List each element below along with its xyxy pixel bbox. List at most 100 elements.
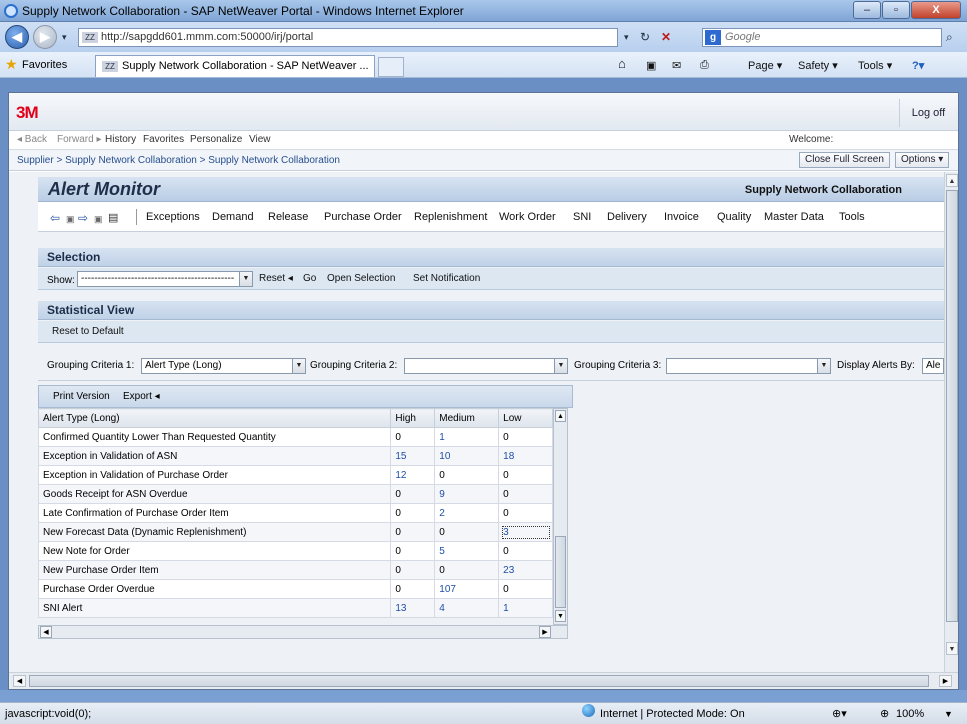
criteria3-select[interactable]: ▼	[666, 358, 831, 374]
print-icon[interactable]: ⎙	[700, 59, 709, 72]
cell-medium[interactable]: 5	[434, 541, 500, 561]
scroll-left-icon[interactable]: ◀	[40, 626, 52, 638]
table-horizontal-scrollbar[interactable]: ◀ ▶	[38, 625, 568, 639]
new-tab-button[interactable]	[378, 57, 404, 77]
content-hscroll-thumb[interactable]	[29, 675, 929, 687]
refresh-icon[interactable]: ↻	[640, 28, 650, 47]
export-button[interactable]: Export ◂	[123, 391, 160, 402]
table-row[interactable]: Goods Receipt for ASN Overdue 0 9 0	[37, 484, 553, 504]
table-row[interactable]: Exception in Validation of Purchase Orde…	[37, 465, 553, 485]
menu-sni[interactable]: SNI	[573, 211, 591, 223]
feeds-icon[interactable]: ▣	[646, 59, 656, 72]
table-row[interactable]: New Forecast Data (Dynamic Replenishment…	[37, 522, 553, 542]
favorites-button[interactable]: Favorites	[22, 59, 67, 71]
nav-forward-link[interactable]: Forward ▸	[57, 131, 101, 149]
scroll-up-icon[interactable]: ▲	[946, 174, 958, 187]
bookmark-icon[interactable]: ▤	[108, 211, 118, 224]
table-vertical-scrollbar[interactable]: ▲ ▼	[553, 408, 568, 625]
back-icon[interactable]: ⇦	[50, 211, 60, 225]
menu-work-order[interactable]: Work Order	[499, 211, 556, 223]
nav-view-link[interactable]: View	[249, 131, 271, 149]
open-selection-button[interactable]: Open Selection	[327, 273, 395, 284]
show-select[interactable]: ----------------------------------------…	[77, 271, 253, 287]
cell-medium[interactable]: 9	[434, 484, 500, 504]
cell-medium[interactable]: 107	[434, 579, 500, 599]
nav-personalize-link[interactable]: Personalize	[190, 131, 242, 149]
options-button[interactable]: Options ▾	[895, 152, 950, 168]
menu-tools[interactable]: Tools	[839, 211, 865, 223]
scroll-right-icon[interactable]: ▶	[939, 675, 952, 687]
column-header-alert-type[interactable]: Alert Type (Long)	[37, 408, 392, 428]
search-icon[interactable]: ⌕	[946, 28, 953, 47]
nav-history-link[interactable]: History	[105, 131, 136, 149]
table-row[interactable]: Late Confirmation of Purchase Order Item…	[37, 503, 553, 523]
safety-menu[interactable]: Safety ▾	[798, 59, 838, 72]
menu-exceptions[interactable]: Exceptions	[146, 211, 200, 223]
reset-to-default-button[interactable]: Reset to Default	[52, 326, 124, 337]
security-zone-text[interactable]: Internet | Protected Mode: On	[600, 704, 745, 724]
criteria1-select[interactable]: Alert Type (Long) ▼	[141, 358, 306, 374]
forward-icon[interactable]: ⇨	[78, 211, 88, 225]
cell-high[interactable]: 12	[390, 465, 436, 485]
table-row[interactable]: New Purchase Order Item 0 0 23	[37, 560, 553, 580]
content-vertical-scrollbar[interactable]: ▲ ▼	[944, 172, 958, 672]
menu-master-data[interactable]: Master Data	[764, 211, 824, 223]
table-row[interactable]: SNI Alert 13 4 1	[37, 598, 553, 618]
content-scroll-thumb[interactable]	[946, 190, 958, 622]
help-icon[interactable]: ?▾	[912, 59, 924, 72]
mail-icon[interactable]: ✉	[672, 59, 681, 72]
table-row[interactable]: Purchase Order Overdue 0 107 0	[37, 579, 553, 599]
tools-menu[interactable]: Tools ▾	[858, 59, 892, 72]
zoom-level[interactable]: 100%	[896, 704, 924, 724]
stop-icon[interactable]: ✕	[661, 28, 671, 47]
cell-medium[interactable]: 4	[434, 598, 500, 618]
search-input[interactable]: g Google	[702, 28, 942, 47]
scroll-right-icon[interactable]: ▶	[539, 626, 551, 638]
content-horizontal-scrollbar[interactable]: ◀ ▶	[9, 672, 958, 689]
menu-release[interactable]: Release	[268, 211, 308, 223]
cell-high[interactable]: 15	[390, 446, 436, 466]
scroll-up-icon[interactable]: ▲	[555, 410, 566, 422]
menu-purchase-order[interactable]: Purchase Order	[324, 211, 402, 223]
zoom-icon[interactable]: ⊕	[880, 704, 889, 724]
zoom-dropdown-icon[interactable]: ▼	[944, 704, 953, 724]
cell-medium[interactable]: 1	[434, 427, 500, 447]
column-header-high[interactable]: High	[390, 408, 436, 428]
cell-low[interactable]: 1	[498, 598, 553, 618]
history-forward-icon[interactable]: ▣	[94, 214, 103, 225]
nav-back-link[interactable]: ◂ Back	[17, 131, 47, 149]
url-input[interactable]: ZZ http://sapgdd601.mmm.com:50000/irj/po…	[78, 28, 618, 47]
cell-high[interactable]: 13	[390, 598, 436, 618]
cell-medium[interactable]: 10	[434, 446, 500, 466]
home-icon[interactable]: ⌂	[618, 56, 626, 71]
close-window-button[interactable]: X	[911, 1, 961, 19]
table-row[interactable]: Exception in Validation of ASN 15 10 18	[37, 446, 553, 466]
table-row[interactable]: Confirmed Quantity Lower Than Requested …	[37, 427, 553, 447]
column-header-medium[interactable]: Medium	[434, 408, 500, 428]
minimize-button[interactable]: –	[853, 1, 881, 19]
back-arrow-icon[interactable]: ◀	[5, 25, 29, 49]
scroll-left-icon[interactable]: ◀	[13, 675, 26, 687]
browser-tab[interactable]: ZZ Supply Network Collaboration - SAP Ne…	[95, 55, 375, 77]
table-scroll-thumb[interactable]	[555, 536, 566, 608]
cell-low[interactable]: 3	[498, 522, 553, 542]
criteria2-select[interactable]: ▼	[404, 358, 568, 374]
history-icon[interactable]: ▣	[66, 214, 75, 225]
nav-favorites-link[interactable]: Favorites	[143, 131, 184, 149]
breadcrumb[interactable]: Supplier > Supply Network Collaboration …	[17, 151, 340, 171]
recent-pages-dropdown-icon[interactable]: ▾	[62, 28, 67, 47]
close-full-screen-button[interactable]: Close Full Screen	[799, 152, 890, 168]
menu-quality[interactable]: Quality	[717, 211, 751, 223]
menu-demand[interactable]: Demand	[212, 211, 254, 223]
cell-low[interactable]: 23	[498, 560, 553, 580]
maximize-button[interactable]: ▫	[882, 1, 910, 19]
logoff-button[interactable]: Log off	[899, 99, 957, 127]
menu-invoice[interactable]: Invoice	[664, 211, 699, 223]
set-notification-button[interactable]: Set Notification	[413, 273, 480, 284]
lock-settings-icon[interactable]: ⊕▾	[832, 704, 847, 724]
go-button[interactable]: Go	[303, 273, 316, 284]
reset-button[interactable]: Reset ◂	[259, 273, 293, 284]
menu-delivery[interactable]: Delivery	[607, 211, 647, 223]
column-header-low[interactable]: Low	[498, 408, 553, 428]
page-menu[interactable]: Page ▾	[748, 59, 782, 72]
